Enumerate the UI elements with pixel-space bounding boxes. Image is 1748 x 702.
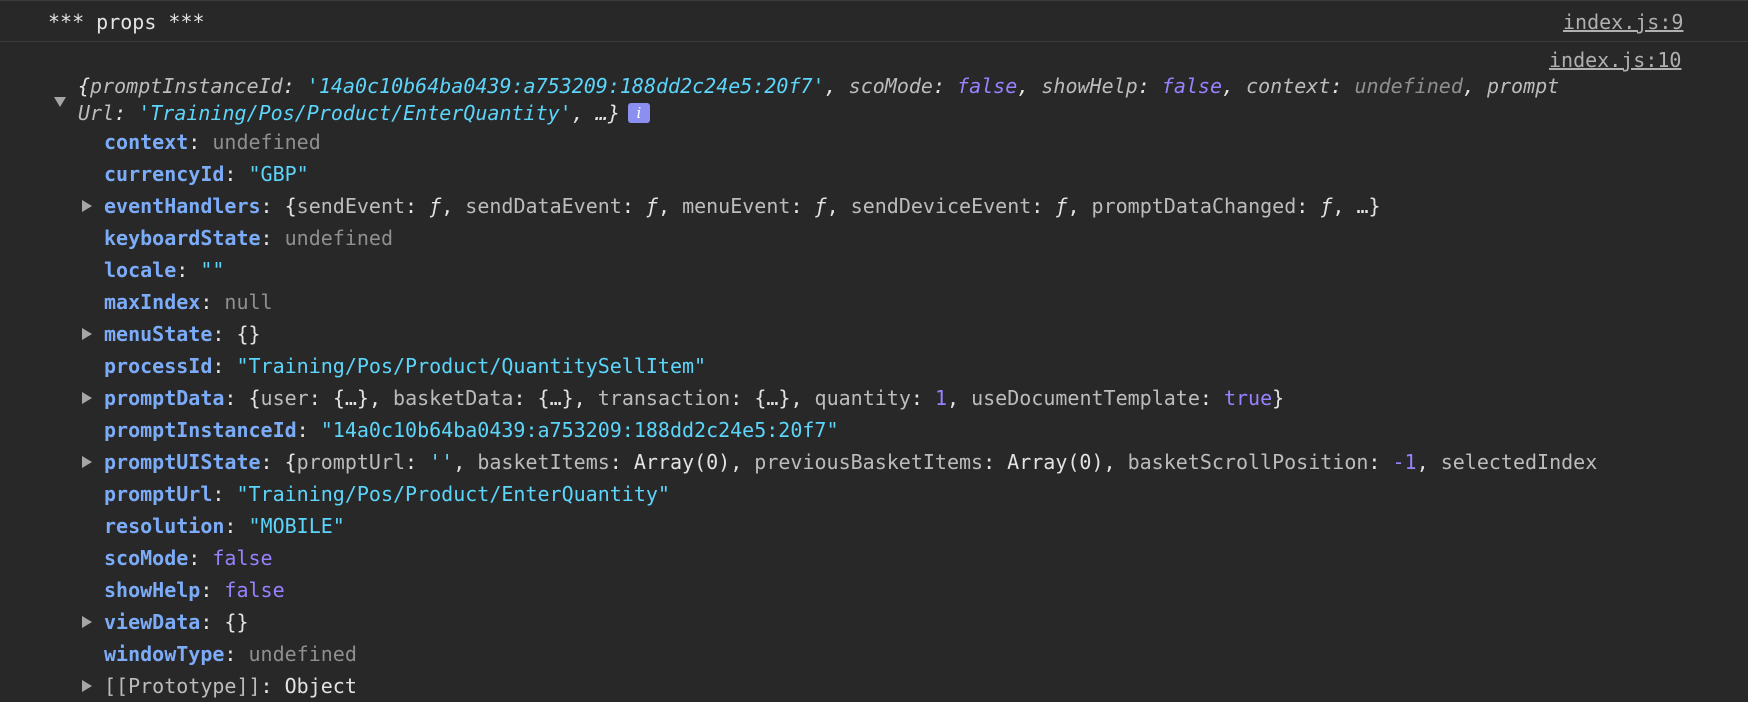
info-icon[interactable]: i	[627, 103, 650, 123]
prop-eventHandlers[interactable]: eventHandlers: {sendEvent: ƒ, sendDataEv…	[104, 190, 1381, 222]
console-message-props: *** props *** index.js:9	[0, 0, 1748, 42]
prop-scoMode: scoMode: false	[104, 546, 273, 570]
expand-promptUIState-toggle[interactable]	[82, 456, 92, 468]
prop-resolution: resolution: "MOBILE"	[104, 514, 345, 538]
console-message-text: *** props ***	[48, 10, 205, 34]
prop-promptInstanceId: promptInstanceId: "14a0c10b64ba0439:a753…	[104, 418, 839, 442]
prop-maxIndex: maxIndex: null	[104, 290, 273, 314]
expand-eventHandlers-toggle[interactable]	[82, 200, 92, 212]
prop-processId: processId: "Training/Pos/Product/Quantit…	[104, 354, 707, 378]
prop-menuState[interactable]: menuState: {}	[104, 318, 261, 350]
source-link-index-9[interactable]: index.js:9	[1563, 10, 1683, 34]
prop-keyboardState: keyboardState: undefined	[104, 226, 394, 250]
prop-showHelp: showHelp: false	[104, 578, 285, 602]
prop-context: context: undefined	[104, 130, 321, 154]
source-link-index-10[interactable]: index.js:10	[1549, 48, 1681, 72]
expand-promptData-toggle[interactable]	[82, 392, 92, 404]
expand-menuState-toggle[interactable]	[82, 328, 92, 340]
prop-promptUIState[interactable]: promptUIState: {promptUrl: '', basketIte…	[104, 446, 1708, 478]
prop-promptUrl: promptUrl: "Training/Pos/Product/EnterQu…	[104, 482, 670, 506]
prop-currencyId: currencyId: "GBP"	[104, 162, 309, 186]
prop-promptData[interactable]: promptData: {user: {…}, basketData: {…},…	[104, 382, 1284, 414]
prop-prototype[interactable]: [[Prototype]]: Object	[104, 670, 357, 702]
prop-windowType: windowType: undefined	[104, 642, 357, 666]
expand-prototype-toggle[interactable]	[82, 680, 92, 692]
collapse-object-toggle[interactable]	[54, 97, 66, 107]
object-summary-line2[interactable]: Url: 'Training/Pos/Product/EnterQuantity…	[78, 97, 650, 129]
expand-viewData-toggle[interactable]	[82, 616, 92, 628]
prop-locale: locale: ""	[104, 258, 225, 282]
prop-viewData[interactable]: viewData: {}	[104, 606, 249, 638]
